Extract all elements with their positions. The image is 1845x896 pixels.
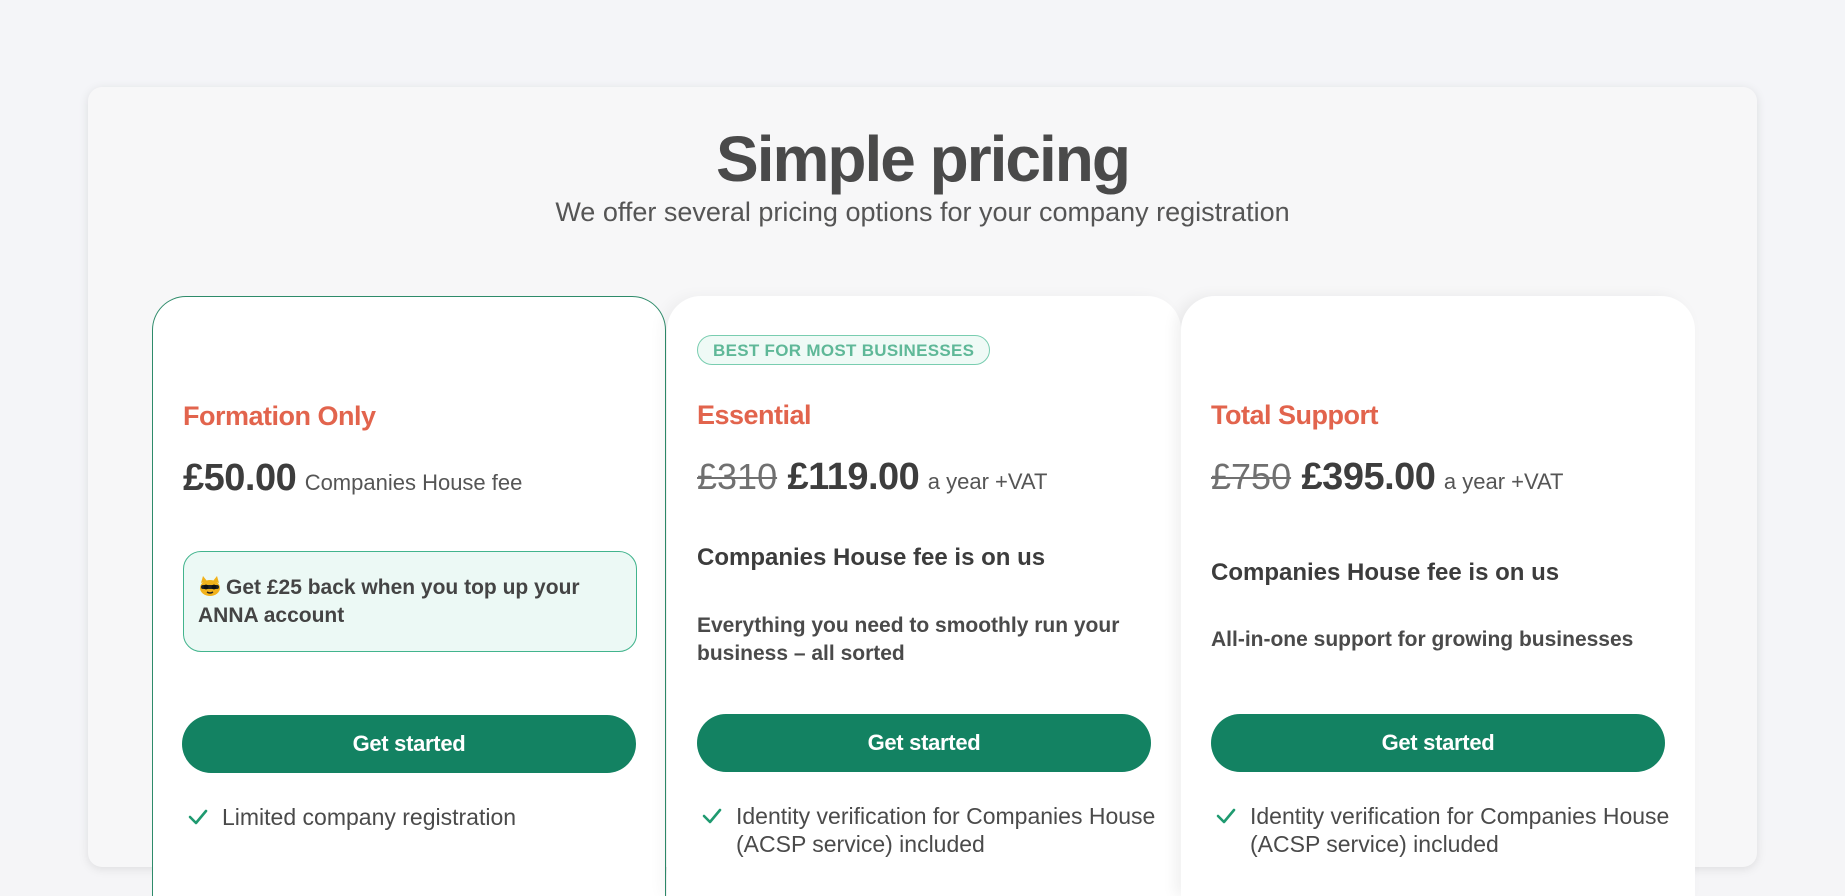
page-subtitle: We offer several pricing options for you…: [555, 197, 1290, 227]
get-started-button[interactable]: Get started: [1211, 714, 1665, 772]
plan-price: £119.00: [787, 456, 920, 498]
check-icon: [1216, 808, 1236, 824]
fee-note: Companies House fee is on us: [697, 544, 1046, 571]
feature-text: Identity verification for Companies Hous…: [1250, 803, 1670, 857]
feature-text: Identity verification for Companies Hous…: [736, 803, 1156, 857]
plan-card-formation-only: Formation Only £50.00 Companies House fe…: [152, 296, 666, 896]
price-note: a year +VAT: [927, 469, 1048, 494]
promo-banner: Get £25 back when you top up your ANNA a…: [183, 551, 637, 652]
feature-item: Identity verification for Companies Hous…: [701, 802, 1161, 858]
old-price: £750: [1211, 456, 1292, 497]
plan-price: £395.00: [1301, 456, 1436, 498]
feature-text: Limited company registration: [222, 804, 517, 830]
plan-name: Formation Only: [183, 401, 376, 431]
page-title: Simple pricing: [716, 123, 1131, 195]
check-icon: [188, 809, 208, 825]
plan-name: Essential: [697, 400, 812, 430]
cat-face-icon: [200, 576, 220, 596]
price-note: Companies House fee: [304, 470, 523, 495]
feature-item: Identity verification for Companies Hous…: [1215, 802, 1675, 858]
check-icon: [702, 808, 722, 824]
plan-card-total-support: Total Support £750 £395.00 a year +VAT C…: [1181, 296, 1695, 896]
plan-card-essential: BEST FOR MOST BUSINESSES Essential £310 …: [667, 296, 1181, 896]
get-started-button[interactable]: Get started: [182, 715, 636, 773]
price-note: a year +VAT: [1443, 469, 1564, 494]
plan-description: All-in-one support for growing businesse…: [1211, 628, 1634, 651]
old-price: £310: [697, 456, 778, 497]
plan-description: Everything you need to smoothly run your…: [697, 614, 1120, 665]
feature-item: Limited company registration: [187, 803, 647, 831]
best-for-most-badge: BEST FOR MOST BUSINESSES: [697, 335, 991, 365]
price-row: £750 £395.00 a year +VAT: [1211, 456, 1564, 499]
price-row: £50.00 Companies House fee: [183, 457, 522, 500]
promo-text: Get £25 back when you top up your ANNA a…: [198, 576, 580, 627]
plan-name: Total Support: [1211, 400, 1378, 430]
get-started-button[interactable]: Get started: [697, 714, 1151, 772]
fee-note: Companies House fee is on us: [1211, 559, 1560, 586]
plan-price: £50.00: [183, 457, 297, 499]
price-row: £310 £119.00 a year +VAT: [697, 456, 1047, 499]
